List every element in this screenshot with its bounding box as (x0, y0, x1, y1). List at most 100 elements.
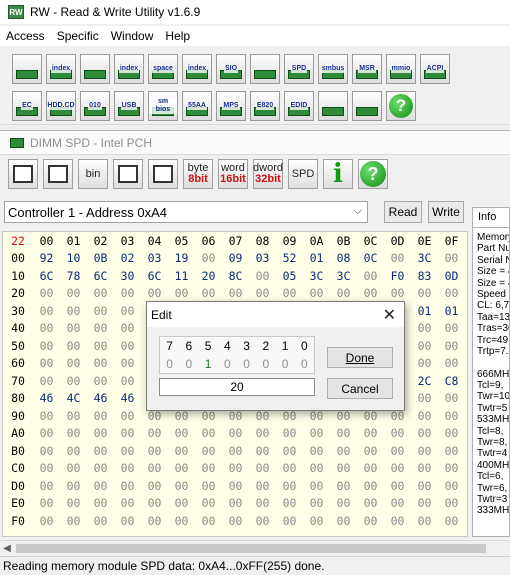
save-all-button[interactable] (43, 159, 73, 189)
smbus-button[interactable]: smbus (318, 54, 348, 84)
menu-specific[interactable]: Specific (51, 29, 105, 43)
hex-cell[interactable]: 00 (411, 444, 438, 458)
hex-cell[interactable]: 05 (276, 269, 303, 283)
hex-cell[interactable]: C8 (438, 374, 465, 388)
hex-cell[interactable]: 19 (168, 251, 195, 265)
byte-8bit-button[interactable]: byte 8bit (183, 159, 213, 189)
hex-cell[interactable]: 00 (330, 461, 357, 475)
hex-cell[interactable]: F0 (384, 269, 411, 283)
bin-button[interactable]: bin (78, 159, 108, 189)
hex-cell[interactable]: 00 (276, 496, 303, 510)
msr-button[interactable]: MSR (352, 54, 382, 84)
hex-cell[interactable]: 00 (195, 479, 222, 493)
hex-cell[interactable]: 00 (114, 374, 141, 388)
hex-cell[interactable]: 00 (33, 321, 60, 335)
hex-cell[interactable]: 00 (114, 321, 141, 335)
menu-window[interactable]: Window (105, 29, 160, 43)
hex-cell[interactable]: 00 (87, 304, 114, 318)
hex-cell[interactable]: 00 (33, 374, 60, 388)
hex-cell[interactable]: 10 (60, 251, 87, 265)
bit-toggle[interactable]: 0 (276, 357, 295, 371)
hex-cell[interactable]: 00 (114, 356, 141, 370)
hex-cell[interactable]: 8C (222, 269, 249, 283)
bit-toggle[interactable]: 0 (256, 357, 275, 371)
hex-cell[interactable]: 03 (249, 251, 276, 265)
hex-cell[interactable]: 01 (303, 251, 330, 265)
hex-cell[interactable]: 00 (411, 321, 438, 335)
hex-cell[interactable]: 00 (60, 426, 87, 440)
devices-button[interactable] (352, 91, 382, 121)
hex-cell[interactable]: 00 (87, 374, 114, 388)
bit-toggle[interactable]: 0 (179, 357, 198, 371)
help-button[interactable]: ? (386, 91, 416, 121)
hex-cell[interactable]: 00 (60, 461, 87, 475)
hex-cell[interactable]: 52 (276, 251, 303, 265)
hex-cell[interactable]: 00 (195, 426, 222, 440)
hex-cell[interactable]: 00 (330, 286, 357, 300)
ec-button[interactable]: EC (12, 91, 42, 121)
hex-cell[interactable]: 83 (411, 269, 438, 283)
hex-cell[interactable]: 00 (87, 409, 114, 423)
hex-cell[interactable]: 00 (141, 286, 168, 300)
hex-cell[interactable]: 00 (276, 479, 303, 493)
hex-cell[interactable]: 00 (222, 514, 249, 528)
hex-cell[interactable]: 00 (114, 339, 141, 353)
hex-cell[interactable]: 00 (33, 426, 60, 440)
hex-cell[interactable]: 00 (411, 339, 438, 353)
hex-cell[interactable]: 00 (33, 356, 60, 370)
hex-cell[interactable]: 00 (222, 479, 249, 493)
hex-cell[interactable]: 00 (60, 444, 87, 458)
hex-cell[interactable]: 6C (33, 269, 60, 283)
hex-cell[interactable]: 00 (357, 444, 384, 458)
hex-cell[interactable]: 00 (114, 444, 141, 458)
hex-cell[interactable]: 00 (87, 356, 114, 370)
hex-cell[interactable]: 0D (438, 269, 465, 283)
hex-cell[interactable]: 00 (87, 514, 114, 528)
hex-cell[interactable]: 00 (60, 304, 87, 318)
hex-cell[interactable]: 00 (168, 286, 195, 300)
hex-cell[interactable]: 46 (87, 391, 114, 405)
hex-cell[interactable]: 00 (357, 514, 384, 528)
hex-cell[interactable]: 00 (303, 496, 330, 510)
hex-cell[interactable]: 09 (222, 251, 249, 265)
hex-cell[interactable]: 00 (114, 426, 141, 440)
waveform-button[interactable] (250, 54, 280, 84)
bit-toggle[interactable]: 0 (237, 357, 256, 371)
hex-cell[interactable]: 00 (87, 286, 114, 300)
menu-help[interactable]: Help (159, 29, 196, 43)
hex-cell[interactable]: 00 (249, 496, 276, 510)
hex-cell[interactable]: 00 (222, 496, 249, 510)
hex-cell[interactable]: 00 (303, 426, 330, 440)
hex-cell[interactable]: 3C (330, 269, 357, 283)
hex-cell[interactable]: 00 (438, 339, 465, 353)
hex-cell[interactable]: 00 (438, 514, 465, 528)
hex-cell[interactable]: 00 (384, 444, 411, 458)
hex-cell[interactable]: 00 (249, 461, 276, 475)
hex-cell[interactable]: 00 (195, 514, 222, 528)
hex-cell[interactable]: 00 (276, 461, 303, 475)
hex-cell[interactable]: 00 (141, 496, 168, 510)
chevron-down-icon[interactable]: ⌵ (354, 205, 362, 218)
hex-cell[interactable]: 00 (141, 514, 168, 528)
pci-button[interactable] (12, 54, 42, 84)
spd-button[interactable]: SPD (284, 54, 314, 84)
hex-cell[interactable]: 00 (384, 496, 411, 510)
bit-toggle[interactable]: 0 (295, 357, 314, 371)
hex-cell[interactable]: 00 (87, 496, 114, 510)
save-button[interactable] (8, 159, 38, 189)
bit-toggle[interactable]: 1 (199, 357, 218, 371)
memory-button[interactable] (80, 54, 110, 84)
table-button[interactable] (148, 159, 178, 189)
hex-cell[interactable]: 00 (303, 461, 330, 475)
hex-cell[interactable]: 00 (141, 461, 168, 475)
hex-cell[interactable]: 20 (195, 269, 222, 283)
smbios-button[interactable]: sm bios (148, 91, 178, 121)
hex-cell[interactable]: 00 (357, 269, 384, 283)
info-button[interactable]: i (323, 159, 353, 189)
hex-cell[interactable]: 00 (330, 444, 357, 458)
hex-cell[interactable]: 00 (438, 251, 465, 265)
mmio-button[interactable]: mmio (386, 54, 416, 84)
hex-cell[interactable]: 08 (330, 251, 357, 265)
hex-cell[interactable]: 00 (168, 514, 195, 528)
help-button-child[interactable]: ? (358, 159, 388, 189)
